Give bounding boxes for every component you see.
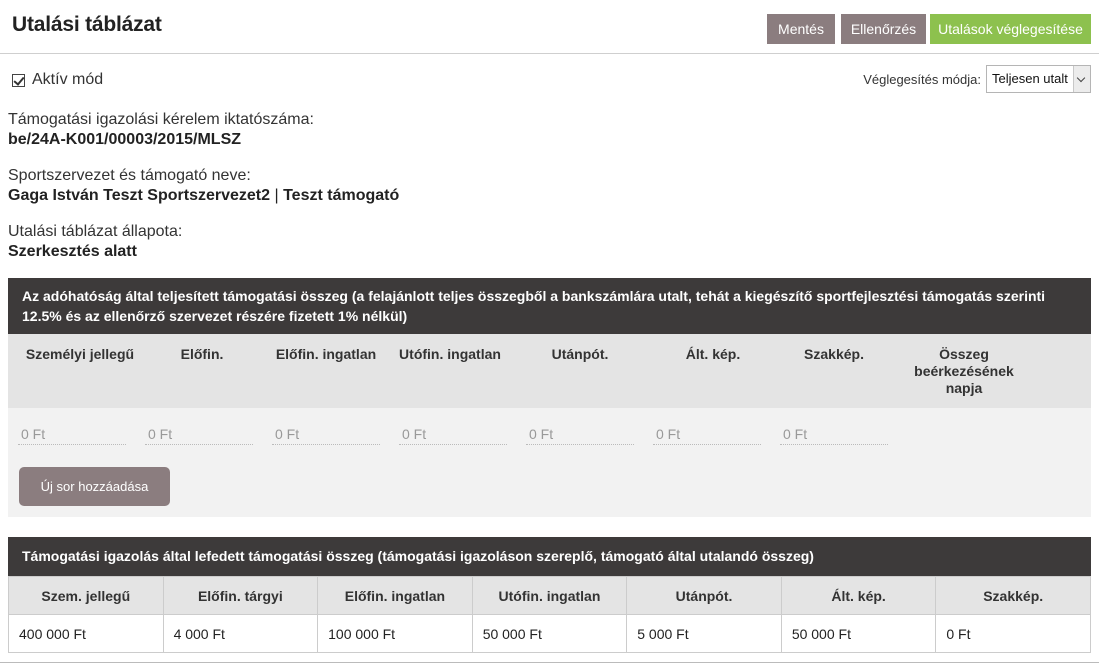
personal-amount-input[interactable]: [18, 423, 126, 445]
column-header: Utófin. ingatlan: [471, 576, 628, 615]
status-value: Szerkesztés alatt: [8, 243, 137, 260]
add-row-button[interactable]: Új sor hozzáadása: [19, 467, 170, 506]
table-cell: 5 000 Ft: [626, 614, 782, 653]
finalize-transfers-button[interactable]: Utalások véglegesítése: [930, 14, 1091, 44]
column-header: Utófin. ingatlan: [399, 346, 501, 362]
status-info: Utalási táblázat állapota: Szerkesztés a…: [8, 222, 182, 262]
table-cell: 0 Ft: [935, 614, 1091, 653]
table-cell: 50 000 Ft: [471, 614, 628, 653]
column-header: Szakkép.: [804, 346, 864, 362]
general-training-amount-input[interactable]: [653, 423, 761, 445]
column-header: Összeg beérkezésének napja: [914, 346, 1014, 396]
page-title: Utalási táblázat: [12, 13, 162, 36]
finalize-mode-group: Véglegesítés módja: Teljesen utalt: [863, 65, 1091, 93]
column-header: Ált. kép.: [685, 346, 741, 362]
active-mode-toggle[interactable]: Aktív mód: [12, 70, 103, 90]
names-info: Sportszervezet és támogató neve: Gaga Is…: [8, 166, 399, 206]
column-header: Személyi jellegű: [25, 346, 135, 362]
names-label: Sportszervezet és támogató neve:: [8, 167, 251, 184]
table-cell: 50 000 Ft: [780, 614, 937, 653]
names-separator: |: [274, 187, 279, 204]
finalize-mode-selected-value: Teljesen utalt: [992, 71, 1068, 86]
status-label: Utalási táblázat állapota:: [8, 223, 183, 240]
certificate-amounts-table: Szem. jellegű Előfin. tárgyi Előfin. ing…: [8, 576, 1091, 653]
prefinancing-amount-input[interactable]: [145, 423, 253, 445]
page-header: Utalási táblázat Mentés Ellenőrzés Utalá…: [0, 0, 1099, 54]
check-button[interactable]: Ellenőrzés: [841, 14, 926, 44]
checkbox-checked-icon[interactable]: [12, 73, 25, 87]
page: Utalási táblázat Mentés Ellenőrzés Utalá…: [0, 0, 1099, 665]
chevron-down-icon[interactable]: [1073, 66, 1090, 92]
table-header-row: Szem. jellegű Előfin. tárgyi Előfin. ing…: [8, 576, 1091, 615]
column-header: Szakkép.: [935, 576, 1091, 615]
registration-number: be/24A-K001/00003/2015/MLSZ: [8, 131, 242, 148]
column-header: Szem. jellegű: [8, 576, 164, 615]
prefinancing-property-amount-input[interactable]: [272, 423, 380, 445]
registration-info: Támogatási igazolási kérelem iktatószáma…: [8, 110, 314, 150]
certificate-section-title: Támogatási igazolás által lefedett támog…: [8, 537, 1091, 576]
column-header: Előfin. ingatlan: [275, 346, 377, 362]
tax-authority-column-headers: Személyi jellegű Előfin. Előfin. ingatla…: [8, 334, 1091, 408]
column-header: Ált. kép.: [780, 576, 937, 615]
bottom-divider: [0, 662, 1099, 663]
finalize-mode-select[interactable]: Teljesen utalt: [986, 65, 1091, 93]
youth-amount-input[interactable]: [526, 423, 634, 445]
column-header: Előfin. ingatlan: [317, 576, 473, 615]
table-cell: 400 000 Ft: [8, 614, 164, 653]
names-value: Gaga István Teszt Sportszervezet2 | Tesz…: [8, 186, 399, 206]
postfinancing-property-amount-input[interactable]: [399, 423, 507, 445]
save-button[interactable]: Mentés: [767, 14, 835, 44]
active-mode-label: Aktív mód: [32, 71, 104, 88]
column-header: Előfin. tárgyi: [162, 576, 319, 615]
column-header: Utánpót.: [551, 346, 609, 362]
column-header: Utánpót.: [626, 576, 782, 615]
tax-authority-input-row: [8, 408, 1091, 466]
supporter-name: Teszt támogató: [283, 187, 400, 204]
column-header: Előfin.: [180, 346, 224, 362]
table-cell: 4 000 Ft: [162, 614, 319, 653]
registration-label: Támogatási igazolási kérelem iktatószáma…: [8, 111, 314, 128]
org-name: Gaga István Teszt Sportszervezet2: [8, 187, 271, 204]
table-row: 400 000 Ft 4 000 Ft 100 000 Ft 50 000 Ft…: [8, 614, 1091, 653]
finalize-mode-label: Véglegesítés módja:: [863, 71, 981, 87]
table-cell: 100 000 Ft: [317, 614, 473, 653]
tax-authority-section-body: Személyi jellegű Előfin. Előfin. ingatla…: [8, 334, 1091, 517]
tax-authority-section-title: Az adóhatóság által teljesített támogatá…: [8, 278, 1091, 334]
vocational-training-amount-input[interactable]: [780, 423, 888, 445]
